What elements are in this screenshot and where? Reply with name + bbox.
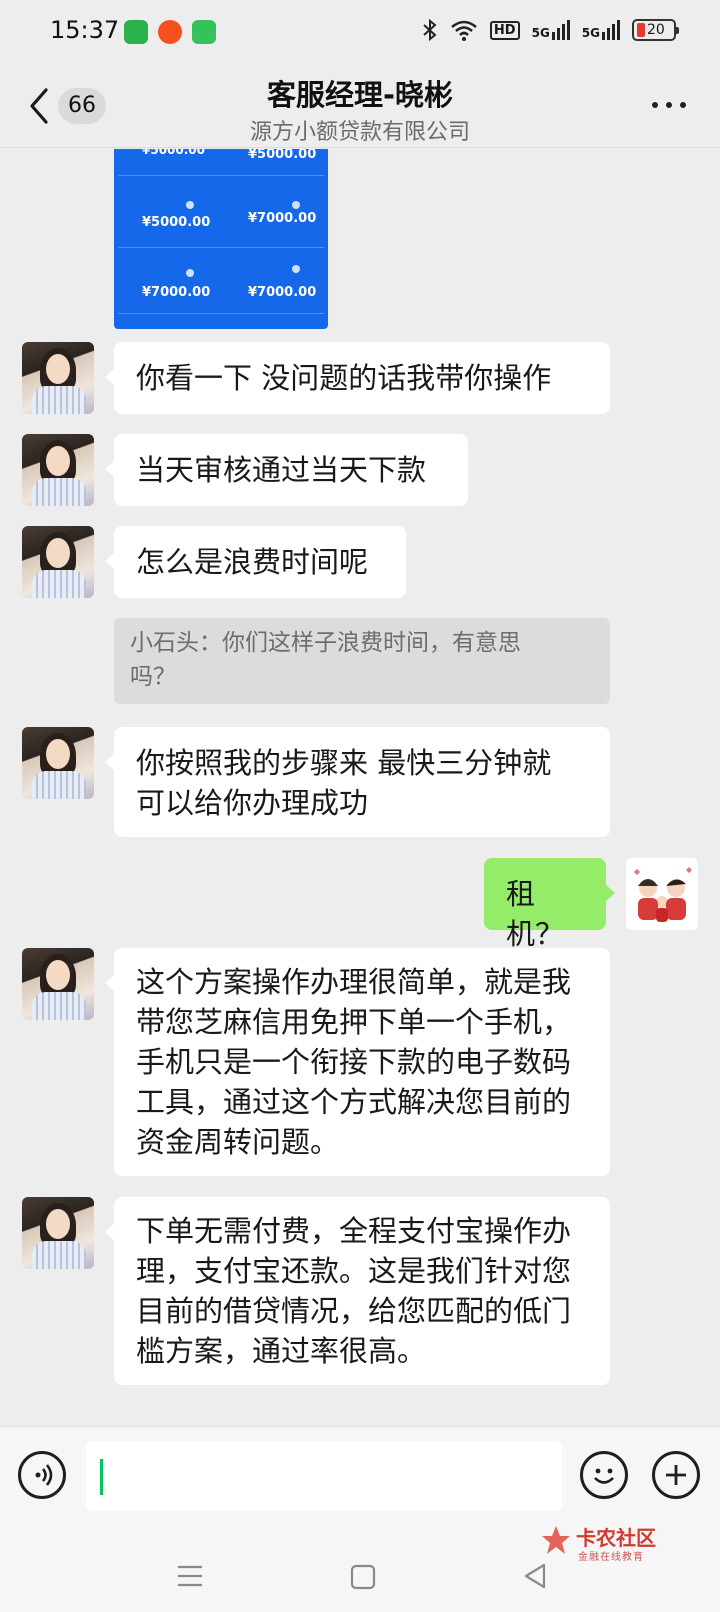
home-nav-icon[interactable]: [350, 1564, 376, 1590]
signal-5g-icon: 5G: [582, 20, 620, 40]
message-bubble[interactable]: 你看一下 没问题的话我带你操作: [105, 342, 610, 414]
image-amount: ¥7000.00: [248, 211, 317, 226]
message-text: 槛方案，通过率很高。: [136, 1334, 427, 1368]
voice-input-icon[interactable]: [18, 1451, 66, 1499]
message-text: 目前的借贷情况，给您匹配的低门: [136, 1294, 572, 1328]
message-text: 下单无需付费，全程支付宝操作办: [136, 1214, 572, 1248]
battery-level: 20: [647, 22, 665, 38]
contact-avatar[interactable]: [22, 342, 94, 414]
message-text: 当天审核通过当天下款: [136, 453, 427, 487]
network-5g-label: 5G: [581, 26, 600, 40]
message-bubble[interactable]: 下单无需付费，全程支付宝操作办 理，支付宝还款。这是我们针对您 目前的借贷情况，…: [105, 1197, 610, 1385]
status-bar: 15:37 HD 5G 5G 20: [0, 0, 720, 64]
watermark-title: 卡农社区: [576, 1526, 656, 1550]
text-caret: [100, 1459, 103, 1495]
status-time: 15:37: [50, 16, 120, 44]
add-more-icon[interactable]: [652, 1451, 700, 1499]
contact-avatar[interactable]: [22, 948, 94, 1020]
message-text: 这个方案操作办理很简单，就是我: [136, 965, 572, 999]
back-nav-icon[interactable]: [522, 1562, 548, 1590]
message-text: 工具，通过这个方式解决您目前的: [136, 1085, 572, 1119]
message-text: 租机？: [506, 877, 565, 951]
message-text: 手机只是一个衔接下款的电子数码: [136, 1045, 572, 1079]
message-bubble[interactable]: 你按照我的步骤来 最快三分钟就 可以给你办理成功: [105, 727, 610, 837]
image-amount: ¥7000.00: [142, 285, 211, 300]
message-text: 理，支付宝还款。这是我们针对您: [136, 1254, 572, 1288]
chat-subtitle: 源方小额贷款有限公司: [249, 120, 470, 145]
contact-avatar[interactable]: [22, 434, 94, 506]
contact-avatar[interactable]: [22, 727, 94, 799]
wifi-icon: [451, 20, 477, 41]
my-avatar[interactable]: [626, 858, 698, 930]
network-5g-label: 5G: [531, 26, 550, 40]
contact-avatar[interactable]: [22, 1197, 94, 1269]
battery-icon: 20: [632, 19, 679, 41]
message-app-icon: [124, 20, 148, 44]
image-amount: ¥7000.00: [248, 285, 317, 300]
kanong-logo-icon: [542, 1526, 570, 1554]
message-list[interactable]: ¥5000.00 ¥5000.00 ¥5000.00 ¥7000.00 ¥700…: [0, 149, 720, 1425]
message-text: 资金周转问题。: [136, 1125, 340, 1159]
contact-avatar[interactable]: [22, 526, 94, 598]
message-input[interactable]: [86, 1441, 562, 1511]
input-bar: [0, 1426, 720, 1522]
app-notification-icon: [158, 20, 182, 44]
status-indicators: HD 5G 5G 20: [422, 18, 679, 42]
quote-text: 吗？: [130, 664, 176, 690]
message-text: 可以给你办理成功: [136, 786, 369, 820]
watermark: 卡农社区 金融在线教育: [540, 1524, 700, 1566]
message-text: 你看一下 没问题的话我带你操作: [136, 361, 552, 395]
emoji-icon[interactable]: [580, 1451, 628, 1499]
signal-5g-icon: 5G: [532, 20, 570, 40]
image-amount: ¥5000.00: [142, 215, 211, 230]
menu-nav-icon[interactable]: [176, 1564, 204, 1588]
message-bubble[interactable]: 怎么是浪费时间呢: [105, 526, 406, 598]
hd-icon: HD: [489, 20, 520, 40]
image-message[interactable]: ¥5000.00 ¥5000.00 ¥5000.00 ¥7000.00 ¥700…: [114, 149, 328, 329]
message-text: 带您芝麻信用免押下单一个手机，: [136, 1005, 572, 1039]
more-options-button[interactable]: [652, 102, 686, 110]
message-text: 你按照我的步骤来 最快三分钟就: [136, 746, 552, 780]
store-app-icon: [192, 20, 216, 44]
my-message-bubble[interactable]: 租机？: [484, 858, 615, 951]
chat-header: 66 客服经理-晓彬 源方小额贷款有限公司: [0, 64, 720, 148]
image-amount: ¥5000.00: [248, 149, 317, 162]
watermark-subtitle: 金融在线教育: [578, 1552, 644, 1563]
image-amount: ¥5000.00: [142, 149, 206, 157]
quote-text: 小石头：你们这样子浪费时间，有意思: [130, 630, 521, 656]
quoted-message[interactable]: 小石头：你们这样子浪费时间，有意思 吗？: [114, 618, 610, 704]
message-bubble[interactable]: 当天审核通过当天下款: [105, 434, 468, 506]
chat-title: 客服经理-晓彬: [266, 78, 454, 112]
message-bubble[interactable]: 这个方案操作办理很简单，就是我 带您芝麻信用免押下单一个手机， 手机只是一个衔接…: [105, 948, 610, 1176]
message-text: 怎么是浪费时间呢: [136, 545, 369, 579]
bluetooth-icon: [423, 18, 437, 42]
